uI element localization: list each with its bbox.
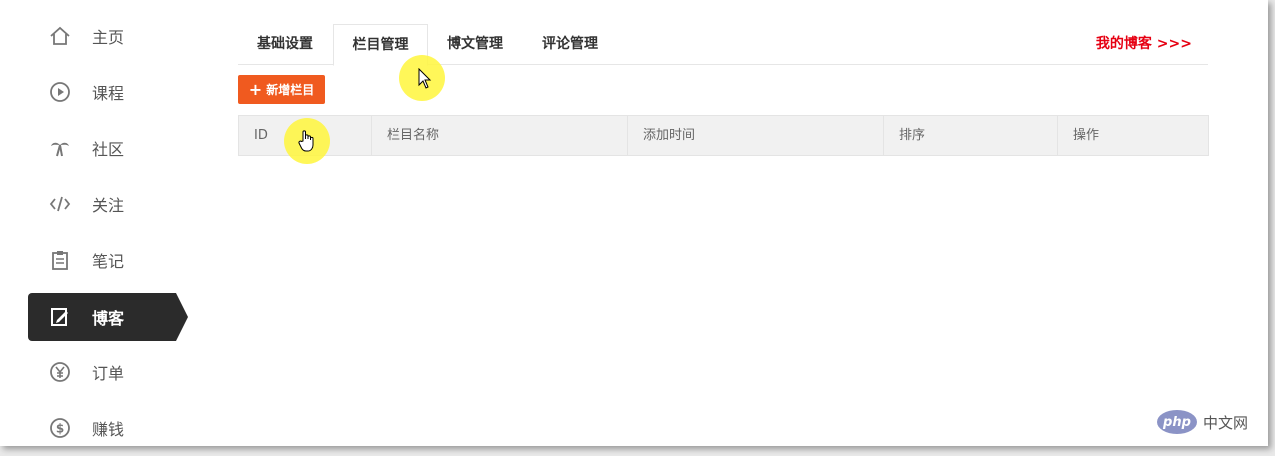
sidebar-item-label: 订单 xyxy=(92,364,125,383)
tab-comment-management[interactable]: 评论管理 xyxy=(523,24,617,64)
column-header-actions: 操作 xyxy=(1073,128,1100,143)
sidebar-item-orders[interactable]: 订单 xyxy=(28,348,176,396)
palm-tree-icon xyxy=(48,136,72,160)
plus-icon: + xyxy=(248,79,263,99)
sidebar-item-earn[interactable]: $ 赚钱 xyxy=(28,404,176,446)
arrow-cursor-icon xyxy=(418,68,432,89)
add-column-button[interactable]: + 新增栏目 xyxy=(238,75,325,104)
add-column-label: 新增栏目 xyxy=(266,83,315,97)
clipboard-icon xyxy=(48,248,72,272)
code-icon xyxy=(48,192,72,216)
sidebar-item-community[interactable]: 社区 xyxy=(28,124,176,172)
sidebar-item-follow[interactable]: 关注 xyxy=(28,180,176,228)
column-header-sort: 排序 xyxy=(884,116,1058,155)
tab-basic-settings[interactable]: 基础设置 xyxy=(238,24,332,64)
play-circle-icon xyxy=(48,80,72,104)
dollar-circle-icon: $ xyxy=(48,416,72,440)
sidebar-item-label: 笔记 xyxy=(92,252,125,271)
column-header-added-time: 添加时间 xyxy=(628,116,884,155)
sidebar-item-label: 课程 xyxy=(92,84,125,103)
sidebar-item-label: 博客 xyxy=(92,309,125,328)
sidebar-item-notes[interactable]: 笔记 xyxy=(28,236,176,284)
svg-text:$: $ xyxy=(56,422,64,436)
table-header: ID 栏目名称 添加时间 排序 操作 xyxy=(238,115,1209,156)
my-blog-link[interactable]: 我的博客 >>> xyxy=(1096,24,1192,64)
watermark: php 中文网 xyxy=(1156,410,1248,434)
app-frame: 主页 课程 社区 关注 笔记 博客 订单 $ 赚钱 基础设置 栏目管理 博文管理… xyxy=(0,0,1268,446)
home-icon xyxy=(48,24,72,48)
sidebar-item-courses[interactable]: 课程 xyxy=(28,68,176,116)
hand-cursor-icon xyxy=(298,130,314,152)
sidebar-item-blog[interactable]: 博客 xyxy=(28,293,188,341)
php-logo: php xyxy=(1156,410,1197,434)
tab-post-management[interactable]: 博文管理 xyxy=(428,24,522,64)
sidebar: 主页 课程 社区 关注 笔记 博客 订单 $ 赚钱 xyxy=(0,0,200,446)
sidebar-item-label: 关注 xyxy=(92,196,125,215)
sidebar-item-label: 社区 xyxy=(92,140,125,159)
watermark-text: 中文网 xyxy=(1202,413,1248,432)
edit-square-icon xyxy=(48,305,72,329)
sidebar-item-label: 主页 xyxy=(92,28,125,47)
sidebar-item-label: 赚钱 xyxy=(92,420,125,439)
yen-circle-icon xyxy=(48,360,72,384)
column-header-name: 栏目名称 xyxy=(372,116,628,155)
sidebar-item-home[interactable]: 主页 xyxy=(28,12,176,60)
tab-bar: 基础设置 栏目管理 博文管理 评论管理 我的博客 >>> xyxy=(238,24,1208,66)
